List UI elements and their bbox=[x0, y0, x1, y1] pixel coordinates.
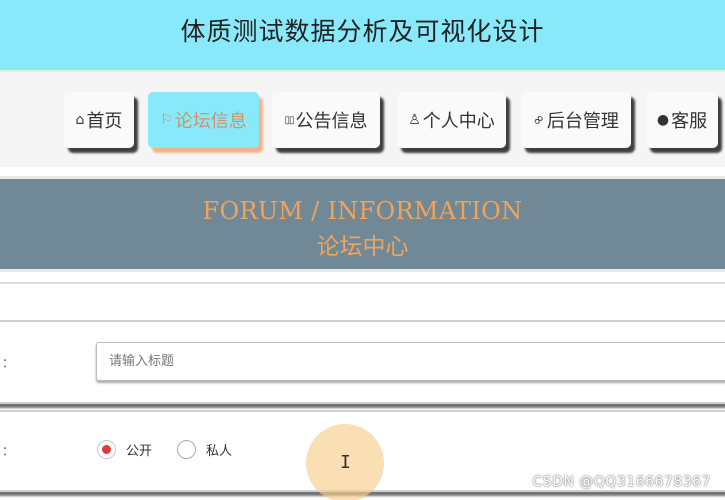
nav-admin[interactable]: ∞ 后台管理 bbox=[521, 92, 631, 148]
nav-label: 首页 bbox=[86, 111, 123, 132]
title-label: ： bbox=[2, 356, 15, 370]
link-icon: ∞ bbox=[529, 110, 549, 130]
chat-icon: ● bbox=[656, 112, 670, 128]
radio-private[interactable]: 私人 bbox=[177, 440, 232, 459]
title-input[interactable] bbox=[96, 342, 725, 381]
user-icon: ♙ bbox=[408, 112, 421, 128]
book-icon: ▯▯ bbox=[284, 114, 294, 126]
radio-public[interactable]: 公开 bbox=[97, 440, 152, 459]
nav-label: 公告信息 bbox=[295, 111, 368, 132]
nav-service[interactable]: ● 客服 bbox=[646, 92, 718, 148]
nav-label: 客服 bbox=[671, 111, 708, 132]
nav-home[interactable]: ⌂ 首页 bbox=[64, 92, 134, 148]
section-banner: FORUM / INFORMATION 论坛中心 bbox=[0, 176, 725, 272]
nav-label: 论坛信息 bbox=[174, 111, 247, 132]
radio-unchecked-icon bbox=[177, 440, 196, 459]
visibility-label: ： bbox=[2, 444, 15, 458]
radio-label: 私人 bbox=[206, 444, 233, 459]
banner-title-cn: 论坛中心 bbox=[316, 234, 409, 260]
main-nav: ⌂ 首页 ⚐ 论坛信息 ▯▯ 公告信息 ♙ 个人中心 ∞ 后台管理 ● 客服 bbox=[0, 70, 725, 167]
nav-label: 个人中心 bbox=[422, 111, 495, 132]
radio-label: 公开 bbox=[126, 444, 153, 459]
site-header: 体质测试数据分析及可视化设计 bbox=[0, 0, 725, 70]
banner-title-en: FORUM / INFORMATION bbox=[202, 197, 523, 225]
radio-checked-icon bbox=[97, 440, 116, 459]
text-cursor-icon: I bbox=[340, 452, 351, 473]
nav-profile[interactable]: ♙ 个人中心 bbox=[397, 92, 506, 148]
site-title: 体质测试数据分析及可视化设计 bbox=[180, 17, 545, 46]
flag-icon: ⚐ bbox=[160, 112, 173, 128]
nav-label: 后台管理 bbox=[546, 111, 619, 132]
home-icon: ⌂ bbox=[75, 112, 85, 128]
nav-forum[interactable]: ⚐ 论坛信息 bbox=[148, 92, 259, 148]
nav-notice[interactable]: ▯▯ 公告信息 bbox=[272, 92, 380, 148]
watermark: CSDN @QQ3166678367 bbox=[532, 474, 711, 490]
title-row: ： bbox=[0, 320, 725, 404]
